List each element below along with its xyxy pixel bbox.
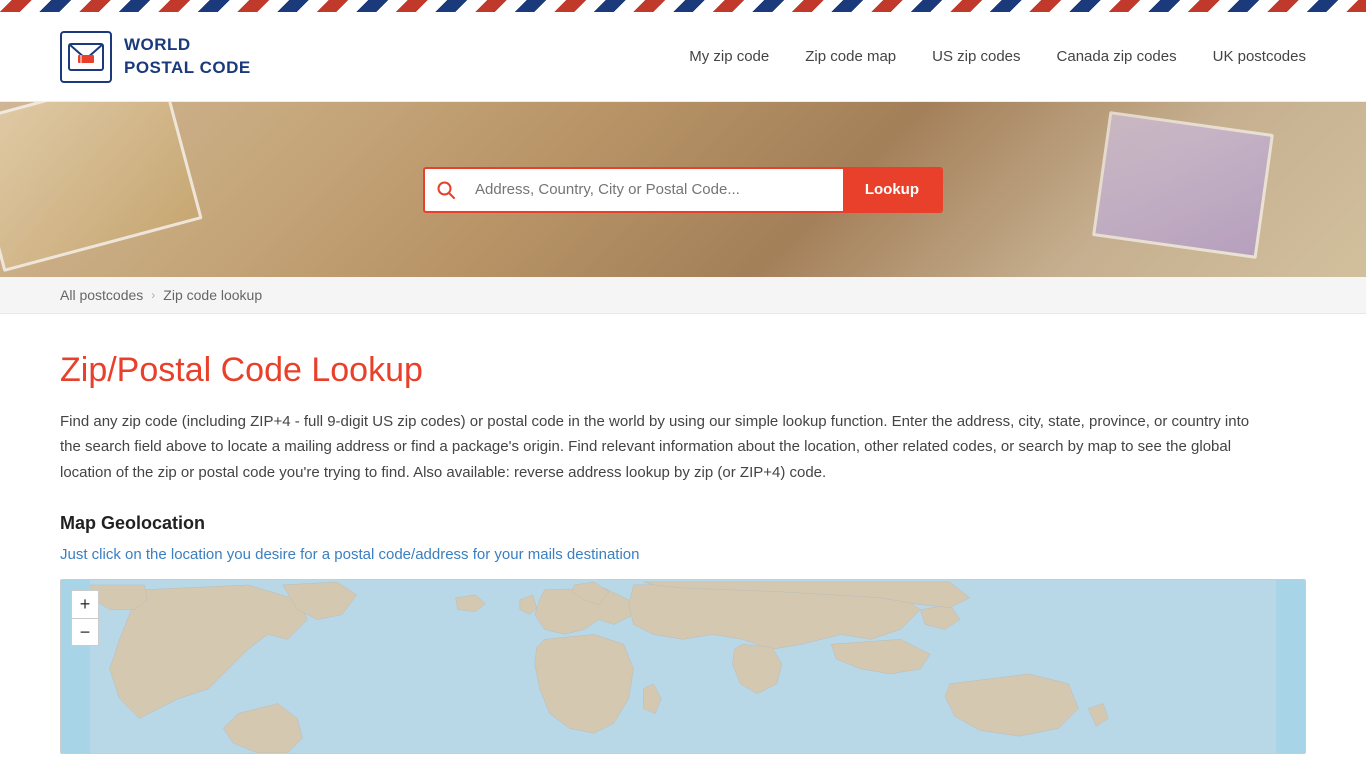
hero-banner: Lookup: [0, 102, 1366, 277]
map-controls: + −: [71, 590, 99, 646]
logo-icon: [60, 31, 112, 83]
header: WORLD POSTAL CODE My zip code Zip code m…: [0, 12, 1366, 102]
map-svg: [61, 580, 1305, 753]
nav-us-zip-codes[interactable]: US zip codes: [932, 48, 1020, 65]
map-hint-text: Just click on the location you desire fo…: [60, 546, 1306, 563]
breadcrumb: All postcodes › Zip code lookup: [0, 277, 1366, 314]
search-box: Lookup: [423, 167, 943, 213]
top-stripe: [0, 0, 1366, 12]
main-content: Zip/Postal Code Lookup Find any zip code…: [0, 314, 1366, 784]
description-text: Find any zip code (including ZIP+4 - ful…: [60, 409, 1260, 486]
nav-zip-code-map[interactable]: Zip code map: [805, 48, 896, 65]
hero-search-area: Lookup: [0, 102, 1366, 277]
map-container[interactable]: + −: [60, 579, 1306, 754]
map-zoom-in-button[interactable]: +: [71, 590, 99, 618]
envelope-icon: [68, 43, 104, 71]
nav-canada-zip-codes[interactable]: Canada zip codes: [1057, 48, 1177, 65]
logo-text: WORLD POSTAL CODE: [124, 34, 251, 78]
logo-link[interactable]: WORLD POSTAL CODE: [60, 31, 251, 83]
lookup-button[interactable]: Lookup: [843, 167, 941, 213]
page-title: Zip/Postal Code Lookup: [60, 350, 1306, 391]
map-section-title: Map Geolocation: [60, 513, 1306, 534]
search-input[interactable]: [467, 181, 843, 198]
search-icon: [425, 181, 467, 199]
breadcrumb-all-postcodes[interactable]: All postcodes: [60, 287, 143, 303]
nav-uk-postcodes[interactable]: UK postcodes: [1213, 48, 1306, 65]
breadcrumb-separator: ›: [151, 288, 155, 302]
map-zoom-out-button[interactable]: −: [71, 618, 99, 646]
main-nav: My zip code Zip code map US zip codes Ca…: [689, 48, 1306, 65]
breadcrumb-zip-code-lookup[interactable]: Zip code lookup: [163, 287, 262, 303]
nav-my-zip-code[interactable]: My zip code: [689, 48, 769, 65]
